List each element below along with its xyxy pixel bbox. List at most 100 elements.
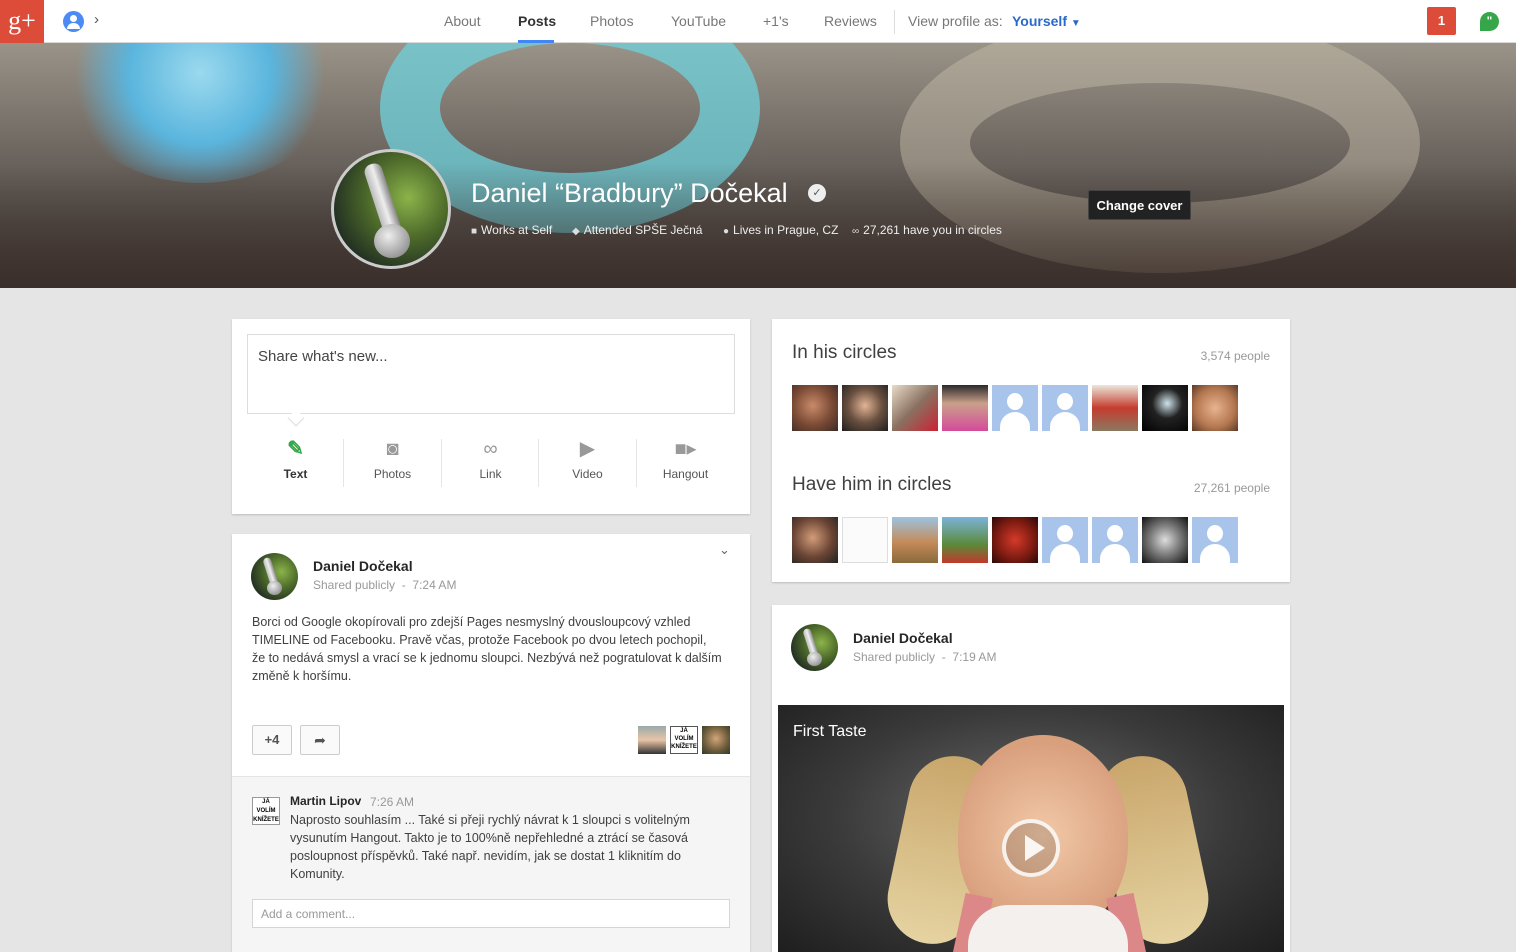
location-text: Lives in Prague, CZ [733,223,839,237]
profile-education: ◆ Attended SPŠE Ječná [572,223,702,237]
post-author[interactable]: Daniel Dočekal [313,558,413,574]
plus-oner-avatar[interactable] [702,726,730,754]
post-author-avatar[interactable] [791,624,838,671]
view-profile-as-label: View profile as: [908,13,1003,29]
post-author[interactable]: Daniel Dočekal [853,630,953,646]
cover-photo [0,43,1516,288]
add-comment-input[interactable]: Add a comment... [252,899,730,928]
view-profile-as-dropdown[interactable]: Yourself ▼ [1012,0,1081,45]
in-his-circles-title[interactable]: In his circles [792,342,897,364]
nav-divider [894,10,895,34]
follower-avatar[interactable] [892,517,938,563]
profile-location: ● Lives in Prague, CZ [723,223,838,237]
follower-avatar[interactable] [792,517,838,563]
circle-member-avatar[interactable] [992,385,1038,431]
google-plus-logo[interactable]: g+ [0,0,44,43]
video-icon: ▶ [579,438,596,460]
share-option-label: Hangout [662,467,709,481]
post-visibility[interactable]: Shared publicly [313,578,395,592]
follower-avatar[interactable] [1142,517,1188,563]
post-text: Borci od Google okopírovali pro zdejší P… [252,615,722,683]
follower-avatar[interactable] [842,517,888,563]
post-time[interactable]: 7:24 AM [412,578,456,592]
pencil-icon: ✎ [287,438,304,460]
share-option-label: Video [572,467,603,481]
followers-text: 27,261 have you in circles [863,223,1002,237]
profile-name: Daniel “Bradbury” Dočekal [471,178,788,208]
camera-icon: ◙ [386,438,399,460]
briefcase-icon: ■ [471,226,478,237]
circles-icon: ∞ [852,226,860,237]
post-visibility[interactable]: Shared publicly [853,650,935,664]
tab-reviews[interactable]: Reviews [824,0,877,43]
comment-text: Naprosto souhlasím ... Také si přeji ryc… [290,813,690,881]
meta-separator: - [401,578,406,592]
commenter-avatar[interactable]: JÁ VOLÍM KNÍŽETE [252,797,280,825]
circle-member-avatar[interactable] [792,385,838,431]
location-pin-icon: ● [723,226,730,237]
follower-avatar[interactable] [1042,517,1088,563]
share-option-label: Text [283,467,308,481]
post-meta: Shared publicly - 7:19 AM [853,650,996,664]
change-cover-button[interactable]: Change cover [1088,190,1191,220]
tab-about[interactable]: About [444,0,481,43]
circle-member-avatar[interactable] [1192,385,1238,431]
comment-author[interactable]: Martin Lipov [290,794,361,808]
circle-member-avatar[interactable] [892,385,938,431]
link-icon: ∞ [483,438,498,460]
share-option-label: Photos [373,467,412,481]
share-card: Share what's new... ✎ Text ◙ Photos ∞ Link … [232,319,750,514]
circle-member-avatar[interactable] [842,385,888,431]
reshare-button[interactable]: ➦ [300,725,340,755]
top-bar: g+ › About Posts Photos YouTube +1's Rev… [0,0,1516,43]
tab-plus-ones[interactable]: +1's [763,0,789,43]
play-button-icon[interactable] [1002,819,1060,877]
chevron-down-icon: ▼ [1070,18,1081,29]
profile-followers: ∞ 27,261 have you in circles [852,223,1002,237]
circle-member-avatar[interactable] [942,385,988,431]
follower-avatar[interactable] [942,517,988,563]
share-video-button[interactable]: ▶ Video [539,437,636,481]
follower-avatar[interactable] [992,517,1038,563]
tab-youtube[interactable]: YouTube [671,0,726,43]
hangouts-icon[interactable]: " [1480,12,1499,31]
share-hangout-button[interactable]: ■▸ Hangout [637,437,734,481]
share-photos-button[interactable]: ◙ Photos [344,437,441,481]
plus-oner-avatar[interactable]: JÁ VOLÍM KNÍŽETE [670,726,698,754]
plus-one-button[interactable]: +4 [252,725,292,755]
comment-time[interactable]: 7:26 AM [370,795,414,809]
share-option-label: Link [479,467,502,481]
tab-photos[interactable]: Photos [590,0,634,43]
notifications-badge[interactable]: 1 [1427,7,1456,35]
work-text: Works at Self [481,223,553,237]
have-him-in-circles-count: 27,261 people [1193,481,1270,495]
follower-avatar[interactable] [1092,517,1138,563]
view-as-value: Yourself [1012,13,1067,29]
video-title[interactable]: First Taste [793,723,867,741]
circle-member-avatar[interactable] [1042,385,1088,431]
circle-member-avatar[interactable] [1092,385,1138,431]
share-text-button[interactable]: ✎ Text [247,437,344,481]
plus-oner-avatar[interactable] [638,726,666,754]
verified-badge-icon: ✓ [808,184,826,202]
tab-posts[interactable]: Posts [518,0,556,43]
post-meta: Shared publicly - 7:24 AM [313,578,456,592]
have-him-in-circles-title[interactable]: Have him in circles [792,474,951,496]
hangout-camera-icon: ■▸ [674,438,697,460]
graduation-cap-icon: ◆ [572,226,580,237]
post-menu-chevron-icon[interactable]: ⌄ [719,542,730,558]
profile-avatar[interactable] [331,149,451,269]
meta-separator: - [941,650,946,664]
post-time[interactable]: 7:19 AM [952,650,996,664]
video-player[interactable]: First Taste [778,705,1284,952]
education-text: Attended SPŠE Ječná [583,223,703,237]
post-author-avatar[interactable] [251,553,298,600]
chevron-right-icon[interactable]: › [94,11,99,28]
in-his-circles-count: 3,574 people [1200,349,1270,363]
circle-member-avatar[interactable] [1142,385,1188,431]
follower-avatar[interactable] [1192,517,1238,563]
share-link-button[interactable]: ∞ Link [442,437,539,481]
profile-work: ■ Works at Self [471,223,552,237]
account-icon[interactable] [63,11,84,32]
share-input[interactable]: Share what's new... [247,334,735,414]
